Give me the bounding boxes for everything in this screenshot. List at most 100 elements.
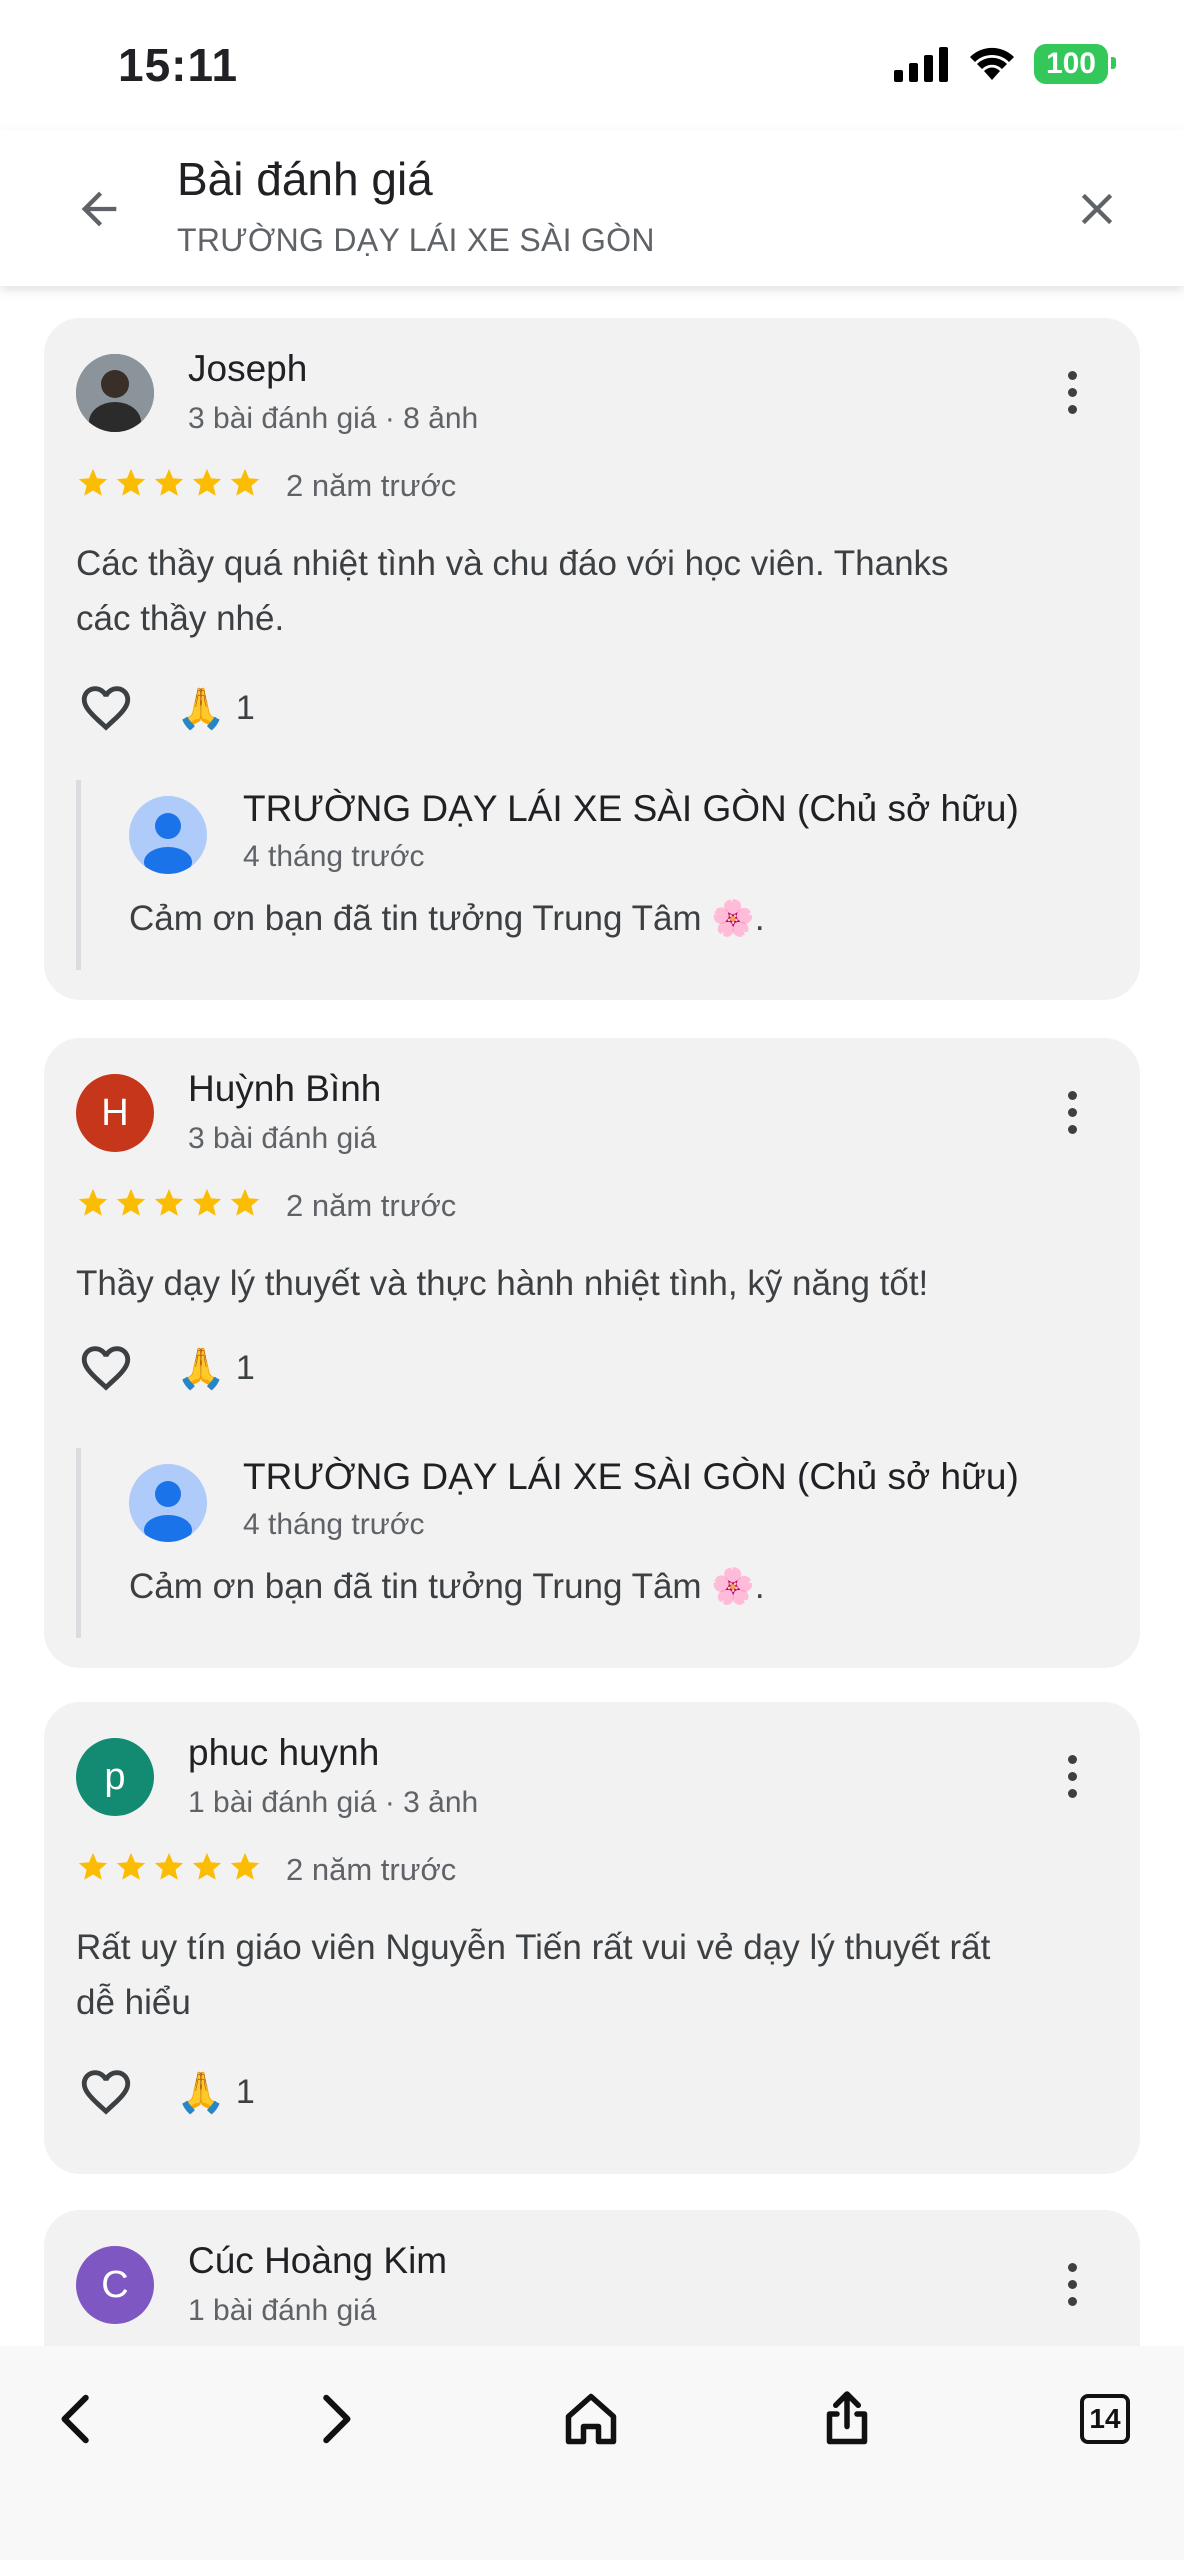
more-options-button[interactable] xyxy=(1052,2254,1092,2314)
avatar[interactable]: C xyxy=(76,2246,154,2324)
reviewer-name[interactable]: Cúc Hoàng Kim xyxy=(188,2240,447,2282)
star-icon xyxy=(230,468,260,496)
reviews-list[interactable]: Joseph 3 bài đánh giá · 8 ảnh 2 năm trướ… xyxy=(0,286,1184,2346)
avatar[interactable]: p xyxy=(76,1738,154,1816)
rating-stars xyxy=(76,1186,262,1220)
more-options-button[interactable] xyxy=(1052,1082,1092,1142)
heart-icon xyxy=(81,2070,131,2115)
close-icon xyxy=(1081,193,1113,225)
star-icon xyxy=(78,1852,108,1880)
reviewer-meta: 1 bài đánh giá · 3 ảnh xyxy=(188,1786,479,1819)
home-icon xyxy=(565,2393,617,2445)
chevron-right-icon xyxy=(323,2394,351,2444)
star-icon xyxy=(78,468,108,496)
pray-reaction-icon[interactable]: 🙏 xyxy=(176,2069,226,2116)
reactions-row: 🙏 1 xyxy=(76,678,255,738)
avatar-initial: p xyxy=(104,1755,126,1798)
person-icon xyxy=(144,1481,192,1542)
owner-reply: TRƯỜNG DẠY LÁI XE SÀI GÒN (Chủ sở hữu) 4… xyxy=(76,780,1111,970)
review-text: Các thầy quá nhiệt tình và chu đáo với h… xyxy=(76,536,1106,646)
back-button[interactable] xyxy=(64,174,134,244)
heart-icon xyxy=(81,1346,131,1391)
star-icon xyxy=(192,468,222,496)
review-text-line: dễ hiểu xyxy=(76,1983,191,2022)
more-options-button[interactable] xyxy=(1052,362,1092,422)
reviewer-name[interactable]: Huỳnh Bình xyxy=(188,1068,381,1110)
owner-reply: TRƯỜNG DẠY LÁI XE SÀI GÒN (Chủ sở hữu) 4… xyxy=(76,1448,1111,1638)
browser-toolbar: 14 xyxy=(0,2346,1184,2560)
rating-stars xyxy=(76,1850,262,1884)
reviewer-meta: 1 bài đánh giá xyxy=(188,2294,377,2327)
reviewer-name[interactable]: Joseph xyxy=(188,348,307,390)
review-card: p phuc huynh 1 bài đánh giá · 3 ảnh 2 nă… xyxy=(44,1702,1140,2174)
reviewer-name[interactable]: phuc huynh xyxy=(188,1732,379,1774)
reply-time: 4 tháng trước xyxy=(243,1508,425,1541)
reactions-row: 🙏 1 xyxy=(76,2062,255,2122)
home-button[interactable] xyxy=(546,2374,636,2464)
review-text-line: Các thầy quá nhiệt tình và chu đáo với h… xyxy=(76,544,949,583)
star-icon xyxy=(154,1188,184,1216)
tabs-button[interactable]: 14 xyxy=(1060,2374,1150,2464)
like-button[interactable] xyxy=(76,2062,136,2122)
review-card: C Cúc Hoàng Kim 1 bài đánh giá xyxy=(44,2210,1140,2346)
chevron-left-icon xyxy=(61,2394,89,2444)
star-icon xyxy=(154,468,184,496)
review-text-line: Rất uy tín giáo viên Nguyễn Tiến rất vui… xyxy=(76,1928,991,1967)
tabs-count: 14 xyxy=(1089,2403,1121,2434)
star-icon xyxy=(230,1852,260,1880)
heart-icon xyxy=(81,686,131,731)
review-text: Thầy dạy lý thuyết và thực hành nhiệt tì… xyxy=(76,1256,1106,1311)
pray-reaction-icon[interactable]: 🙏 xyxy=(176,1345,226,1392)
signal-icon xyxy=(893,47,948,82)
review-text: Rất uy tín giáo viên Nguyễn Tiến rất vui… xyxy=(76,1920,1106,2030)
share-button[interactable] xyxy=(802,2374,892,2464)
more-options-button[interactable] xyxy=(1052,1746,1092,1806)
owner-name: TRƯỜNG DẠY LÁI XE SÀI GÒN (Chủ sở hữu) xyxy=(243,788,1019,829)
avatar-initial: H xyxy=(101,1091,129,1134)
reviews-header: Bài đánh giá TRƯỜNG DẠY LÁI XE SÀI GÒN xyxy=(0,130,1184,286)
place-name: TRƯỜNG DẠY LÁI XE SÀI GÒN xyxy=(177,222,655,258)
reaction-count: 1 xyxy=(235,688,255,727)
star-icon xyxy=(116,1852,146,1880)
browser-back-button[interactable] xyxy=(32,2374,122,2464)
wifi-icon xyxy=(969,47,1014,80)
star-icon xyxy=(192,1188,222,1216)
reactions-row: 🙏 1 xyxy=(76,1338,255,1398)
avatar[interactable]: H xyxy=(76,1074,154,1152)
arrow-left-icon xyxy=(81,191,117,227)
rating-stars xyxy=(76,466,262,500)
review-text-line: Thầy dạy lý thuyết và thực hành nhiệt tì… xyxy=(76,1264,929,1303)
like-button[interactable] xyxy=(76,1338,136,1398)
pray-reaction-icon[interactable]: 🙏 xyxy=(176,685,226,732)
like-button[interactable] xyxy=(76,678,136,738)
reviewer-meta: 3 bài đánh giá xyxy=(188,1122,377,1155)
star-icon xyxy=(154,1852,184,1880)
review-card: Joseph 3 bài đánh giá · 8 ảnh 2 năm trướ… xyxy=(44,318,1140,1000)
close-button[interactable] xyxy=(1062,174,1132,244)
reaction-count: 1 xyxy=(235,1348,255,1387)
review-time: 2 năm trước xyxy=(286,468,457,503)
status-icons: 100 xyxy=(893,44,1117,84)
reply-text: Cảm ơn bạn đã tin tưởng Trung Tâm 🌸. xyxy=(129,899,765,938)
reply-time: 4 tháng trước xyxy=(243,840,425,873)
star-icon xyxy=(192,1852,222,1880)
browser-forward-button[interactable] xyxy=(290,2374,380,2464)
owner-name: TRƯỜNG DẠY LÁI XE SÀI GÒN (Chủ sở hữu) xyxy=(243,1456,1019,1497)
review-time: 2 năm trước xyxy=(286,1188,457,1223)
status-bar: 15:11 100 xyxy=(0,0,1184,130)
owner-avatar xyxy=(129,796,207,874)
review-text-line: các thầy nhé. xyxy=(76,599,285,638)
share-icon xyxy=(826,2391,868,2445)
avatar[interactable] xyxy=(76,354,154,432)
person-icon xyxy=(144,813,192,874)
star-icon xyxy=(78,1188,108,1216)
star-icon xyxy=(116,1188,146,1216)
avatar-initial: C xyxy=(101,2263,129,2306)
review-time: 2 năm trước xyxy=(286,1852,457,1887)
page-title: Bài đánh giá xyxy=(177,153,433,205)
battery-indicator: 100 xyxy=(1033,44,1117,84)
reaction-count: 1 xyxy=(235,2072,255,2111)
star-icon xyxy=(230,1188,260,1216)
user-photo-icon xyxy=(76,354,154,432)
review-card: H Huỳnh Bình 3 bài đánh giá 2 năm trước … xyxy=(44,1038,1140,1668)
